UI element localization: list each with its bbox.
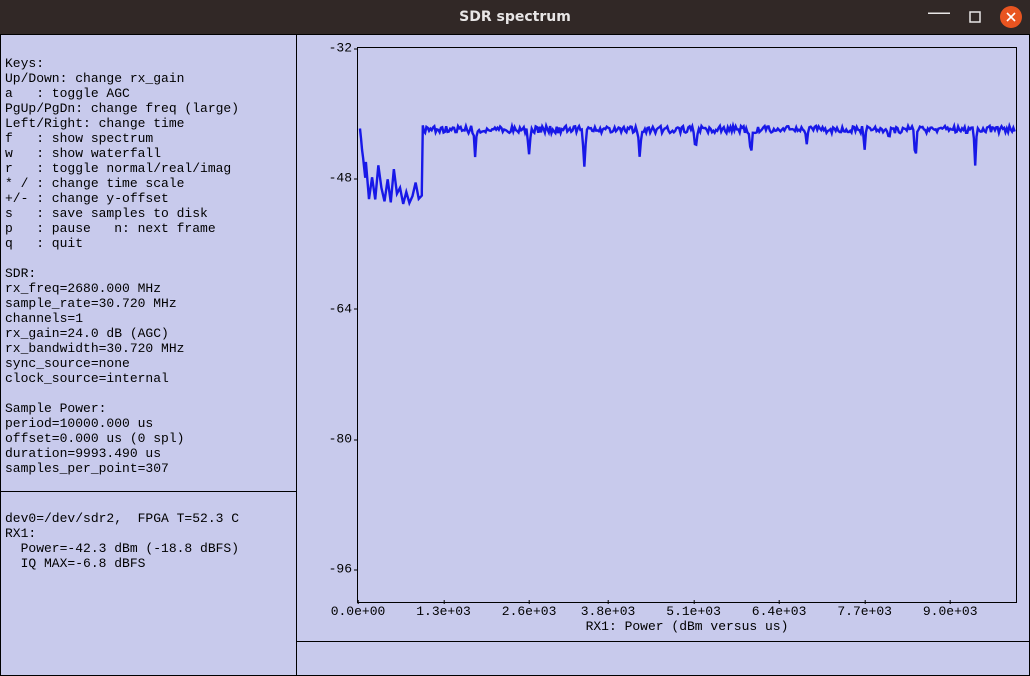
y-tick: -64 — [329, 301, 352, 316]
right-column: RX1: Power (dBm versus us) -32 -48 -64 -80 -… — [297, 34, 1030, 676]
window-controls: — — [928, 0, 1022, 34]
keys-help-text: Keys: Up/Down: change rx_gain a : toggle… — [5, 56, 239, 251]
maximize-button[interactable] — [964, 6, 986, 28]
x-tick: 0.0e+00 — [331, 602, 386, 619]
x-tick: 2.6e+03 — [502, 602, 557, 619]
spectrum-trace — [358, 48, 1016, 602]
device-status-text: dev0=/dev/sdr2, FPGA T=52.3 C RX1: Power… — [5, 511, 239, 571]
y-tick: -96 — [329, 562, 352, 577]
plot-pane[interactable]: RX1: Power (dBm versus us) -32 -48 -64 -80 -… — [297, 35, 1029, 642]
sidebar-bottom-panel: dev0=/dev/sdr2, FPGA T=52.3 C RX1: Power… — [1, 492, 296, 675]
y-tick: -48 — [329, 171, 352, 186]
minimize-button[interactable]: — — [928, 6, 950, 28]
sdr-status-text: SDR: rx_freq=2680.000 MHz sample_rate=30… — [5, 266, 184, 386]
sample-power-text: Sample Power: period=10000.000 us offset… — [5, 401, 184, 476]
sidebar-top-panel: Keys: Up/Down: change rx_gain a : toggle… — [1, 35, 296, 492]
x-tick: 1.3e+03 — [416, 602, 471, 619]
window-title: SDR spectrum — [459, 9, 571, 25]
sidebar: Keys: Up/Down: change rx_gain a : toggle… — [0, 34, 297, 676]
close-button[interactable] — [1000, 6, 1022, 28]
x-tick: 9.0e+03 — [923, 602, 978, 619]
chart-area[interactable]: RX1: Power (dBm versus us) -32-48-64-80-… — [357, 47, 1017, 603]
square-icon — [969, 11, 981, 23]
x-axis-label: RX1: Power (dBm versus us) — [358, 619, 1016, 634]
x-tick: 6.4e+03 — [752, 602, 807, 619]
app-body: Keys: Up/Down: change rx_gain a : toggle… — [0, 34, 1030, 676]
x-tick: 3.8e+03 — [581, 602, 636, 619]
close-icon — [1006, 12, 1016, 22]
x-tick: 5.1e+03 — [666, 602, 721, 619]
lower-blank-pane — [297, 642, 1029, 676]
y-tick: -32 — [329, 41, 352, 56]
title-bar[interactable]: SDR spectrum — — [0, 0, 1030, 34]
y-tick: -80 — [329, 432, 352, 447]
x-tick: 7.7e+03 — [837, 602, 892, 619]
